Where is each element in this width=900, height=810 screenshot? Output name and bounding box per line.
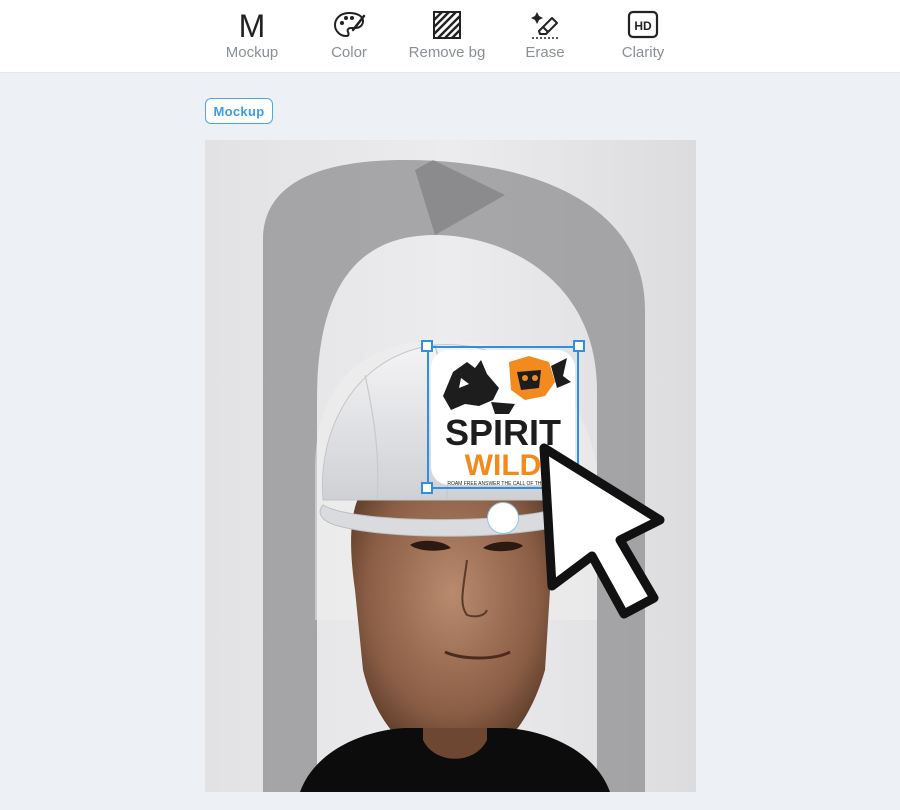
pointer-cursor-icon: [530, 440, 675, 625]
eraser-icon: [500, 8, 590, 42]
tool-erase-label: Erase: [525, 44, 565, 61]
tool-clarity-label: Clarity: [621, 44, 665, 61]
tool-mockup[interactable]: M Mockup: [207, 8, 297, 68]
resize-handle-top-left[interactable]: [421, 340, 433, 352]
rotate-handle[interactable]: [487, 502, 519, 534]
hd-glyph: HD: [634, 19, 652, 33]
toolbar: M Mockup Color Remove bg Erase HD Clarit…: [0, 0, 900, 73]
mockup-m-glyph: M: [239, 8, 266, 42]
resize-handle-bottom-left[interactable]: [421, 482, 433, 494]
mockup-m-icon: M: [207, 8, 297, 42]
palette-icon: [304, 8, 394, 42]
tool-color-label: Color: [331, 44, 367, 61]
tool-mockup-label: Mockup: [225, 44, 279, 61]
tool-remove-bg[interactable]: Remove bg: [402, 8, 492, 68]
tool-erase[interactable]: Erase: [500, 8, 590, 68]
resize-handle-top-right[interactable]: [573, 340, 585, 352]
remove-bg-icon: [402, 8, 492, 42]
mockup-tag: Mockup: [205, 98, 273, 124]
hd-icon: HD: [598, 8, 688, 42]
tool-clarity[interactable]: HD Clarity: [598, 8, 688, 68]
tool-color[interactable]: Color: [304, 8, 394, 68]
tool-remove-bg-label: Remove bg: [408, 44, 486, 61]
